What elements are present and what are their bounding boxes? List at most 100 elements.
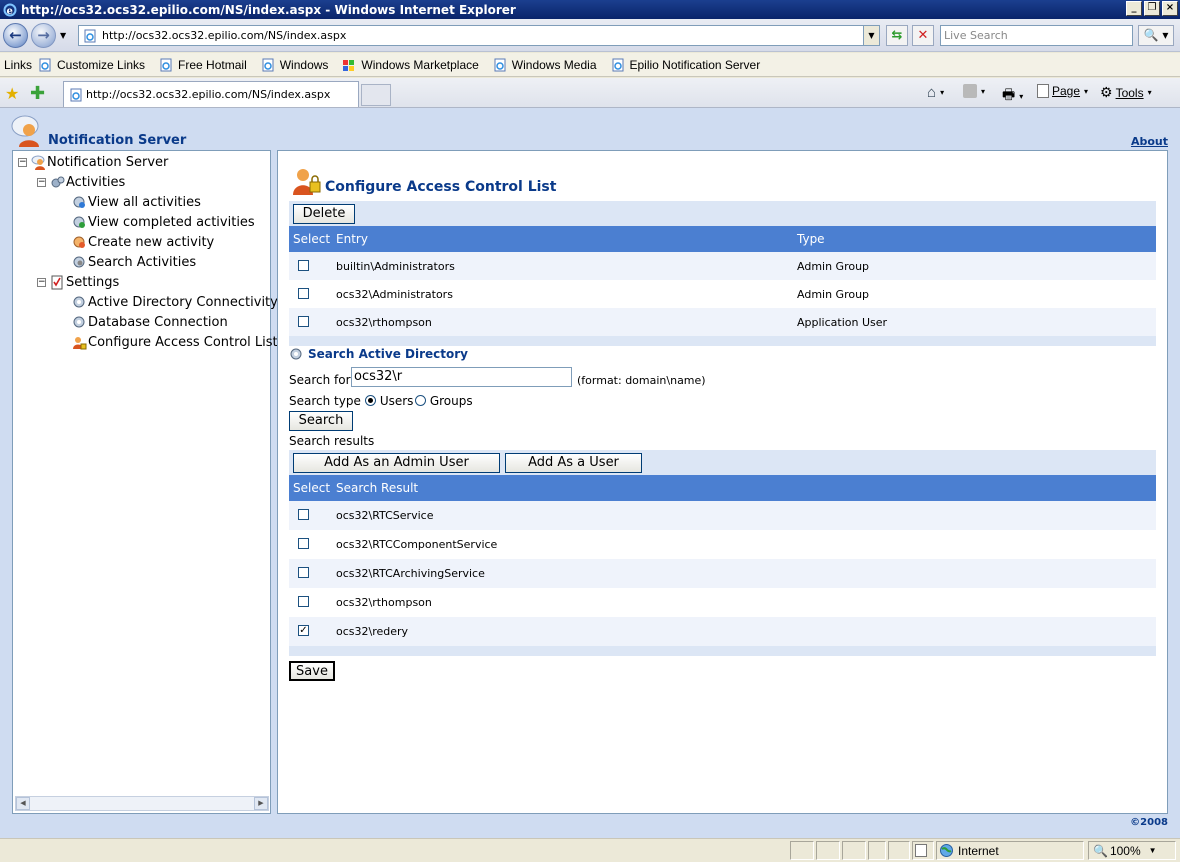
links-label: Links [4, 57, 33, 72]
search-results-table: Select Search Result ocs32\RTCService oc… [289, 475, 1156, 656]
collapse-icon[interactable]: − [18, 158, 27, 167]
row-select-checkbox[interactable] [298, 538, 309, 549]
back-button[interactable]: ← [3, 23, 28, 48]
tree-node-view-completed-activities[interactable]: View completed activities [72, 215, 255, 230]
link-windows-media[interactable]: Windows Media [493, 58, 611, 72]
tree-node-view-all-activities[interactable]: View all activities [72, 195, 201, 210]
tree-horizontal-scrollbar[interactable]: ◀ ▶ [15, 796, 269, 811]
tree-node-active-directory-connectivity[interactable]: Active Directory Connectivity [72, 295, 278, 310]
tree-node-create-new-activity[interactable]: Create new activity [72, 235, 214, 250]
search-type-groups-option[interactable]: Groups [415, 394, 473, 408]
zoom-control[interactable]: 🔍 100% ▼ [1088, 841, 1176, 860]
link-free-hotmail[interactable]: Free Hotmail [159, 58, 261, 72]
collapse-icon[interactable]: − [37, 178, 46, 187]
page-heading: Configure Access Control List [292, 165, 556, 195]
row-select-checkbox[interactable] [298, 509, 309, 520]
row-select-checkbox[interactable] [298, 260, 309, 271]
print-button[interactable]: 🖶 ▾ [1002, 84, 1023, 108]
page-icon [494, 58, 506, 71]
forward-button[interactable]: → [31, 23, 56, 48]
scroll-left-arrow-icon[interactable]: ◀ [16, 797, 30, 810]
table-row: ocs32\rthompson Application User [289, 308, 1156, 336]
address-bar[interactable]: http://ocs32.ocs32.epilio.com/NS/index.a… [78, 25, 880, 46]
recent-pages-dropdown[interactable]: ▼ [60, 31, 66, 40]
add-favorite-icon[interactable]: ✚ [30, 83, 45, 104]
search-button[interactable]: 🔍 ▾ [1138, 25, 1174, 46]
status-panel [868, 841, 886, 860]
tree-node-database-connection[interactable]: Database Connection [72, 315, 228, 330]
row-select-checkbox[interactable] [298, 288, 309, 299]
delete-button[interactable]: Delete [293, 204, 355, 224]
tools-menu[interactable]: ⚙ Tools ▾ [1100, 84, 1152, 101]
search-input[interactable]: Live Search [940, 25, 1133, 46]
format-hint: (format: domain\name) [577, 374, 706, 387]
type-cell: Application User [797, 316, 888, 329]
page-menu[interactable]: Page ▾ [1037, 84, 1088, 98]
favorites-star-icon[interactable]: ★ [5, 84, 19, 103]
table-row: ocs32\rthompson [289, 588, 1156, 617]
internet-explorer-icon: e [3, 3, 17, 17]
tree-node-search-activities[interactable]: Search Activities [72, 255, 196, 270]
refresh-button[interactable]: ⇆ [886, 25, 908, 46]
groups-radio[interactable] [415, 395, 426, 406]
table-row: ocs32\RTCService [289, 501, 1156, 530]
search-type-users-option[interactable]: Users [365, 394, 413, 408]
user-lock-icon [293, 169, 321, 195]
tab-current-page[interactable]: http://ocs32.ocs32.epilio.com/NS/index.a… [63, 81, 359, 107]
tree-node-activities[interactable]: − Activities [37, 175, 125, 190]
link-customize-links[interactable]: Customize Links [38, 58, 159, 72]
row-select-checkbox[interactable] [298, 567, 309, 578]
app-title: Notification Server [48, 133, 187, 148]
address-dropdown-button[interactable]: ▼ [863, 26, 879, 45]
link-epilio-notification-server[interactable]: Epilio Notification Server [611, 58, 775, 72]
acl-table-header: Select Entry Type [289, 226, 1156, 252]
result-cell: ocs32\redery [336, 625, 409, 638]
search-icon: 🔍 [1143, 28, 1159, 42]
app-header: Notification Server [10, 114, 186, 148]
entry-cell: builtin\Administrators [336, 260, 455, 273]
scroll-right-arrow-icon[interactable]: ▶ [254, 797, 268, 810]
zoom-dropdown-icon[interactable]: ▼ [1149, 846, 1157, 855]
search-for-input[interactable]: ocs32\r [351, 367, 572, 387]
save-button[interactable]: Save [289, 661, 335, 681]
tree-node-notification-server[interactable]: − Notification Server [18, 155, 168, 170]
tree-node-configure-acl[interactable]: Configure Access Control List [72, 335, 278, 350]
link-windows-marketplace[interactable]: Windows Marketplace [342, 58, 492, 72]
column-header-search-result: Search Result [336, 481, 419, 495]
view-activities-icon [73, 196, 85, 208]
database-gear-icon [73, 316, 85, 328]
add-as-admin-user-button[interactable]: Add As an Admin User [293, 453, 500, 473]
row-select-checkbox[interactable] [298, 596, 309, 607]
zoom-icon: 🔍 [1093, 843, 1108, 858]
minimize-button[interactable]: _ [1126, 1, 1142, 16]
row-select-checkbox-checked[interactable]: ✓ [298, 625, 309, 636]
feeds-button[interactable]: ▾ [963, 84, 985, 98]
navigation-tree: − Notification Server − Activities View … [12, 150, 278, 814]
copyright: ©2008 [1130, 817, 1168, 828]
about-link[interactable]: About [1131, 135, 1168, 148]
type-cell: Admin Group [797, 260, 870, 273]
new-tab-button[interactable] [361, 84, 391, 106]
table-row: ocs32\Administrators Admin Group [289, 280, 1156, 308]
gear-icon [290, 348, 302, 360]
close-window-button[interactable]: × [1162, 1, 1178, 16]
home-button[interactable]: ⌂ ▾ [927, 84, 944, 101]
restore-button[interactable]: ❐ [1144, 1, 1160, 16]
tree-node-settings[interactable]: − Settings [37, 275, 119, 290]
status-panel [842, 841, 866, 860]
page-icon [84, 29, 96, 42]
window-title: http://ocs32.ocs32.epilio.com/NS/index.a… [21, 2, 516, 17]
security-zone-panel[interactable]: Internet [936, 841, 1084, 860]
page-menu-icon [1037, 84, 1049, 98]
add-as-user-button[interactable]: Add As a User [505, 453, 642, 473]
tab-bar: ★ ✚ http://ocs32.ocs32.epilio.com/NS/ind… [0, 78, 1180, 108]
search-button[interactable]: Search [289, 411, 353, 431]
row-select-checkbox[interactable] [298, 316, 309, 327]
gear-icon: ⚙ [1100, 84, 1113, 100]
stop-button[interactable]: ✕ [912, 25, 934, 46]
table-row: ocs32\RTCComponentService [289, 530, 1156, 559]
collapse-icon[interactable]: − [37, 278, 46, 287]
link-windows[interactable]: Windows [261, 58, 343, 72]
status-bar: Internet 🔍 100% ▼ [0, 838, 1180, 861]
users-radio[interactable] [365, 395, 376, 406]
